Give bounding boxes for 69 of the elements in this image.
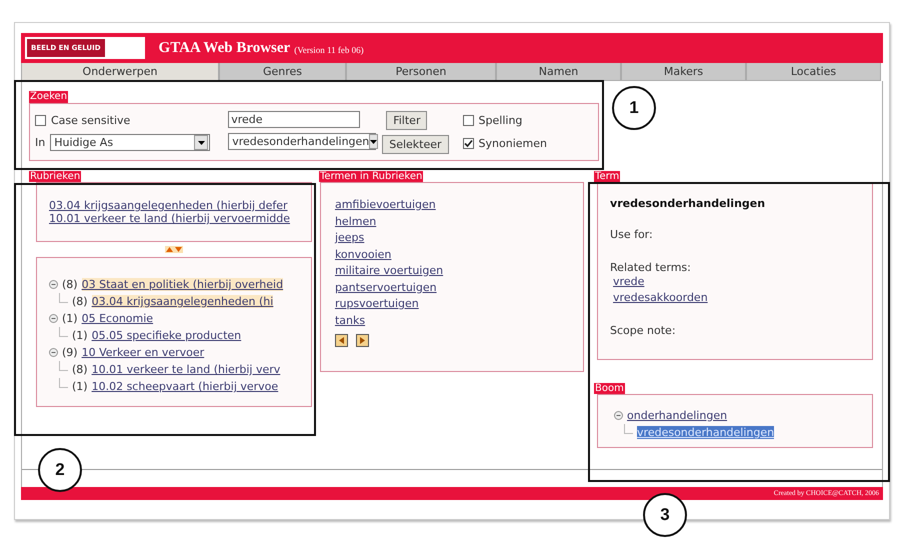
tree-link[interactable]: onderhandelingen	[627, 409, 728, 422]
caret-icon[interactable]	[369, 134, 378, 149]
term-link[interactable]: militaire voertuigen	[334, 263, 583, 280]
category-link[interactable]: 10.02 scheepvaart (hierbij vervoe	[92, 380, 278, 393]
scope-dropdown[interactable]: Huidige As	[50, 134, 210, 151]
count-label: (9)	[62, 346, 78, 359]
section-label: Boom	[594, 383, 625, 394]
section-label: Termen in Rubrieken	[318, 171, 424, 182]
count-label: (1)	[72, 329, 88, 342]
caret-icon[interactable]	[194, 135, 208, 150]
checkbox-label: Synoniemen	[478, 136, 547, 150]
field-label: Scope note:	[610, 324, 677, 337]
collapse-icon[interactable]	[49, 314, 58, 323]
count-label: (8)	[72, 295, 88, 308]
term-name: vredesonderhandelingen	[610, 197, 766, 210]
collapse-icon[interactable]	[49, 348, 58, 357]
category-link[interactable]: 03.04 krijgsaangelegenheden (hi	[92, 295, 274, 308]
move-arrows-icon[interactable]	[165, 246, 183, 253]
tree-link[interactable]: vredesonderhandelingen	[637, 426, 774, 439]
next-icon[interactable]	[356, 334, 369, 347]
count-label: (1)	[72, 380, 88, 393]
category-link[interactable]: 03.04 krijgsaangelegenheden (hierbij defer	[49, 199, 311, 212]
checkbox[interactable]	[462, 138, 474, 148]
term-link[interactable]: helmen	[334, 214, 583, 230]
tab[interactable]: Genres	[219, 63, 346, 81]
term-link[interactable]: jeeps	[334, 230, 583, 246]
term-dropdown[interactable]: vredesonderhandelingen	[228, 133, 376, 150]
tab[interactable]: Locaties	[746, 63, 881, 81]
count-label: (1)	[62, 312, 78, 325]
tab[interactable]: Onderwerpen	[21, 63, 219, 81]
collapse-icon[interactable]	[614, 411, 624, 420]
tab[interactable]: Personen	[346, 63, 496, 81]
category-link[interactable]: 10.01 verkeer te land (hierbij vervoermidde	[49, 212, 311, 225]
count-label: (8)	[62, 278, 78, 291]
section-label: Zoeken	[29, 91, 68, 103]
category-link[interactable]: 05 Economie	[82, 312, 154, 325]
tab[interactable]: Makers	[621, 63, 746, 81]
field-label: In	[35, 136, 46, 149]
filter-button[interactable]: Filter	[386, 111, 428, 130]
annotation-number: 3	[643, 493, 687, 537]
category-link[interactable]: 10.01 verkeer te land (hierbij verv	[92, 363, 280, 376]
category-link[interactable]: 10 Verkeer en vervoer	[82, 346, 204, 359]
annotation-number: 1	[612, 86, 656, 130]
collapse-icon[interactable]	[49, 280, 58, 289]
category-link[interactable]: 03 Staat en politiek (hierbij overheid	[82, 278, 284, 291]
checkbox[interactable]	[462, 114, 474, 126]
related-term-link[interactable]: vrede	[613, 274, 644, 290]
tab[interactable]: Namen	[496, 63, 621, 81]
search-field[interactable]: vrede	[228, 111, 360, 128]
related-term-link[interactable]: vredesakkoorden	[613, 290, 708, 306]
term-link[interactable]: konvooien	[334, 246, 583, 263]
version-label: (Version 11 feb 06)	[294, 44, 364, 54]
section-label: Rubrieken	[29, 171, 82, 182]
field-label: Use for:	[610, 228, 654, 241]
term-link[interactable]: tanks	[334, 312, 583, 329]
category-link[interactable]: 05.05 specifieke producten	[92, 329, 242, 342]
app-title: GTAA Web Browser	[158, 40, 290, 56]
previous-icon[interactable]	[334, 334, 348, 347]
checkbox-label: Spelling	[478, 114, 522, 126]
term-link[interactable]: rupsvoertuigen	[334, 296, 583, 312]
annotation-number: 2	[38, 448, 82, 492]
section-label: Term	[594, 171, 620, 182]
select-button[interactable]: Selekteer	[382, 135, 449, 154]
term-link[interactable]: amfibievoertuigen	[334, 197, 583, 214]
checkbox-label: Case sensitive	[51, 114, 130, 126]
count-label: (8)	[72, 363, 88, 376]
checkbox[interactable]	[35, 114, 46, 126]
term-link[interactable]: pantservoertuigen	[334, 280, 583, 296]
field-label: Related terms:	[610, 261, 692, 274]
